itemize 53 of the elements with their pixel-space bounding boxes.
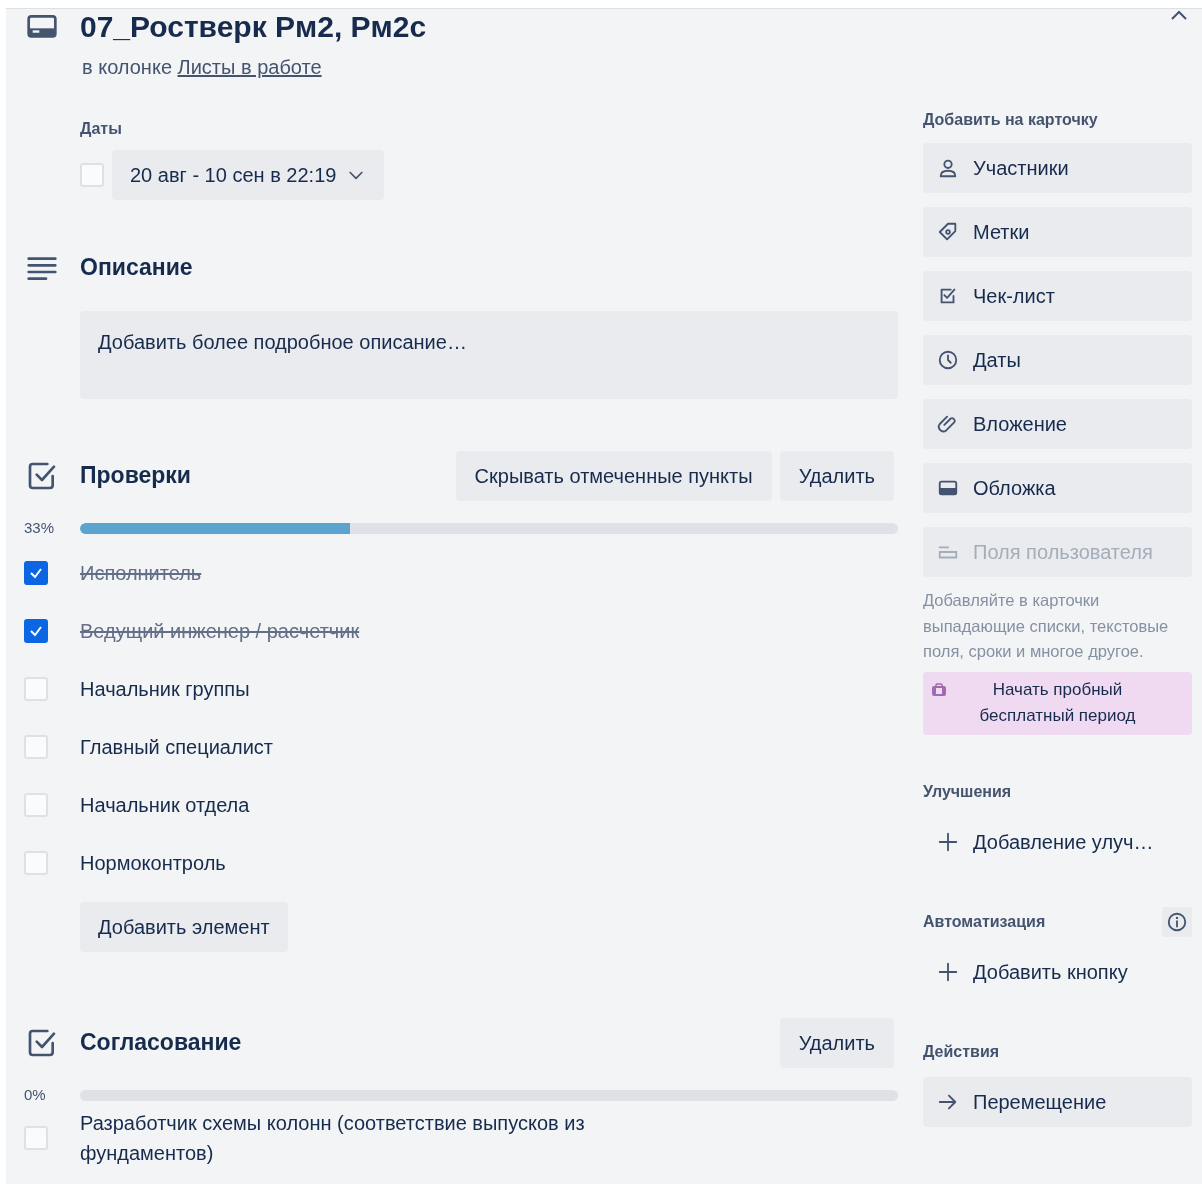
clock-icon [937,349,959,371]
checklist-item: Начальник группы [80,677,250,702]
section-label: Действия [923,1041,1000,1062]
tag-icon [937,221,959,243]
card-title: 07_Ростверк Рм2, Рм2с [80,9,427,45]
checklist-item: Исполнитель [80,561,202,586]
description-field[interactable]: Добавить более подробное описание… [80,311,898,399]
checklist-button[interactable]: Удалить [779,451,894,501]
checklist-icon [26,460,58,492]
checkbox[interactable] [24,619,48,643]
briefcase-icon [931,682,947,697]
sidebar-button[interactable]: Вложение [923,399,1192,449]
checklist-item: Главный специалист [80,735,273,760]
plus-icon [937,960,959,983]
info-icon [1166,910,1188,933]
sidebar-button[interactable]: Добавить кнопку [923,946,1192,997]
section-label: Добавить на карточку [923,110,1099,130]
checklist-item: Ведущий инженер / расчетчик [80,619,360,644]
paperclip-icon [937,413,959,435]
checklist-button[interactable]: Удалить [779,1018,894,1068]
dates-label: Даты [80,119,123,139]
column-link[interactable]: Листы в работе [177,56,322,78]
sidebar-button[interactable]: Чек-лист [923,271,1192,321]
chevron-icon[interactable] [1170,9,1188,21]
section-label: Улучшения [923,781,1012,802]
section-title: Описание [80,254,193,282]
column-caption: в колонке Листы в работе [82,55,323,80]
person-icon [937,157,959,179]
sidebar-button[interactable]: Добавление улуч… [923,816,1192,867]
progress-percent: 0% [24,1084,47,1105]
checklist-item: Разработчик схемы колонн (соответствие выпусков из фундаментов) [80,1111,586,1166]
plus-icon [937,830,959,853]
sidebar-button[interactable]: Обложка [923,463,1192,513]
add-item-button[interactable]: Добавить элемент [80,902,288,952]
checklist-button[interactable]: Скрывать отмеченные пункты [455,451,772,501]
checklist-title: Согласование [80,1029,242,1057]
info-button[interactable] [1162,906,1192,937]
checklist-icon [26,1027,58,1059]
hint-text: Добавляйте в карточки выпадающие списки, текстовые поля, сроки и многое другое. [923,590,1170,662]
progress-percent: 33% [24,517,56,538]
checkbox[interactable] [24,561,48,585]
checklist-title: Проверки [80,462,191,490]
sidebar-button[interactable]: Метки [923,207,1192,257]
checklist-item: Начальник отдела [80,793,250,818]
section-label: Автоматизация [923,911,1046,932]
check-icon [29,566,43,580]
sidebar-button[interactable]: Даты [923,335,1192,385]
sidebar-button[interactable]: Перемещение [923,1076,1192,1127]
checklist-item: Нормоконтроль [80,851,226,876]
date-dropdown[interactable]: 20 авг - 10 сен в 22:19 [112,150,385,200]
sidebar-button[interactable]: Участники [923,143,1192,193]
trial-button[interactable]: Начать пробный бесплатный период [923,671,1192,735]
check-icon [29,624,43,638]
